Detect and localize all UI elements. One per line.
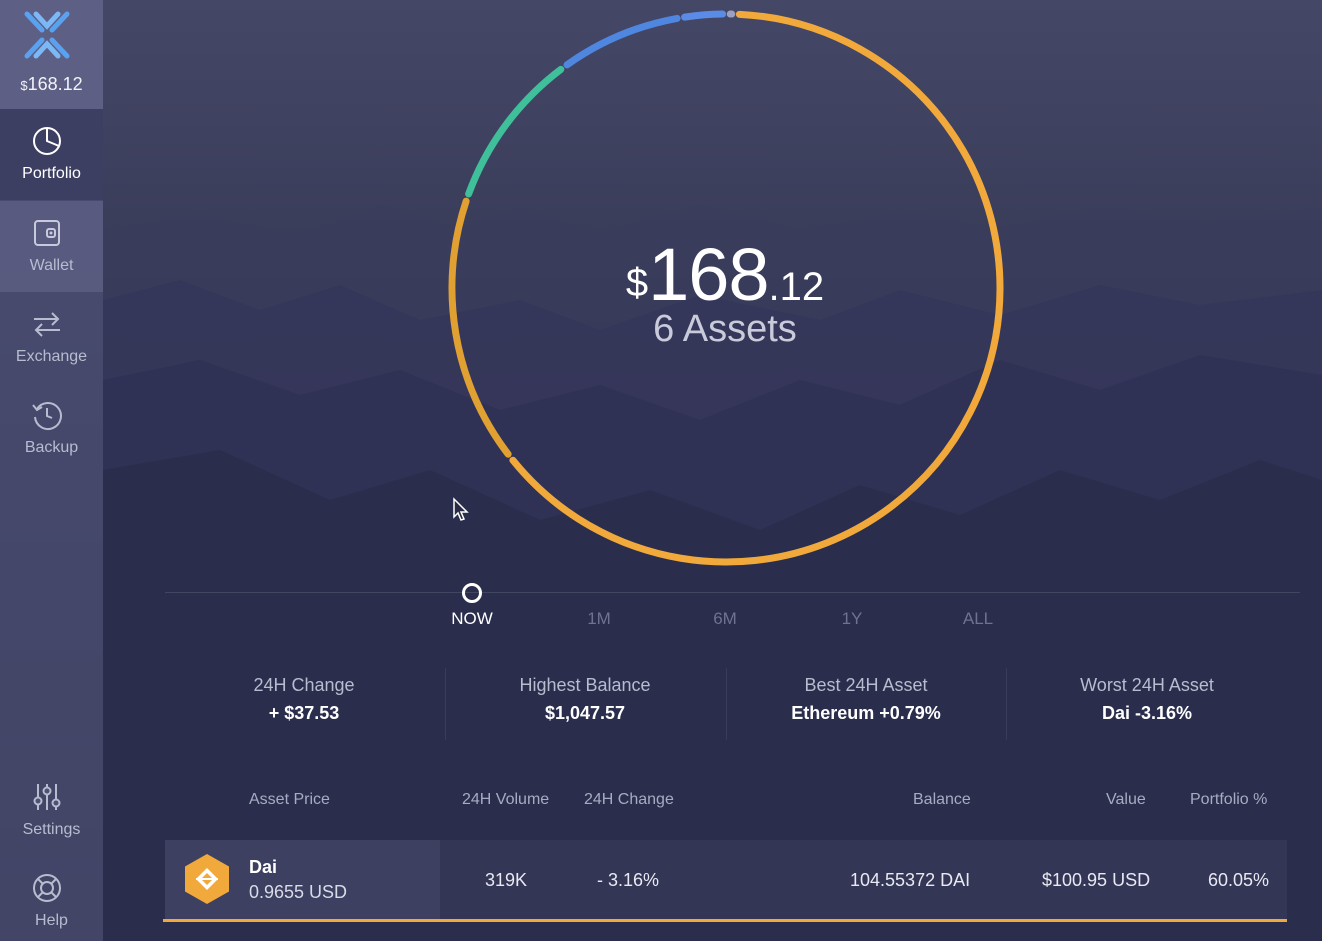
column-header-change[interactable]: 24H Change: [584, 791, 674, 809]
exchange-arrows-icon: [34, 312, 60, 337]
sidebar-item-settings[interactable]: Settings: [0, 765, 103, 856]
sidebar-item-help[interactable]: Help: [0, 856, 103, 941]
sidebar-item-label: Help: [35, 912, 68, 929]
sidebar-item-wallet[interactable]: Wallet: [0, 201, 103, 292]
lifebuoy-icon: [33, 874, 61, 902]
asset-count: 6 Assets: [653, 308, 797, 350]
mouse-cursor-icon: [453, 497, 469, 521]
stat-value: Dai -3.16%: [1101, 703, 1193, 723]
sidebar-item-label: Backup: [24, 439, 79, 456]
stat-label: Best 24H Asset: [804, 675, 928, 695]
timeline-option-all[interactable]: ALL: [938, 609, 1018, 629]
column-header-portfolio[interactable]: Portfolio %: [1190, 791, 1267, 809]
stat-best-asset: Best 24H Asset Ethereum +0.79%: [725, 675, 1007, 724]
brand-header: $168.12: [0, 0, 103, 109]
sidebar-balance: $168.12: [0, 74, 103, 95]
asset-name: Dai: [249, 857, 278, 877]
column-header-asset-price[interactable]: Asset Price: [249, 791, 330, 809]
sidebar-item-label: Exchange: [15, 348, 88, 365]
portfolio-total: $168.12: [600, 232, 850, 317]
stat-label: Worst 24H Asset: [1080, 675, 1214, 695]
sidebar: $168.12 Portfolio Wallet Exchange Backup: [0, 0, 103, 941]
sidebar-item-exchange[interactable]: Exchange: [0, 292, 103, 383]
stat-label: Highest Balance: [519, 675, 651, 695]
column-header-value[interactable]: Value: [1106, 791, 1146, 809]
donut-segment-2[interactable]: [448, 197, 512, 458]
stat-label: 24H Change: [253, 675, 355, 695]
portfolio-total-currency: $: [625, 261, 649, 305]
asset-price: 0.9655 USD: [249, 882, 348, 902]
sliders-icon: [33, 784, 61, 810]
pie-chart-icon: [33, 127, 61, 155]
sidebar-item-backup[interactable]: Backup: [0, 383, 103, 474]
backup-clock-icon: [32, 402, 62, 430]
timeline-track: [165, 592, 1300, 593]
sidebar-balance-value: 168.12: [27, 74, 83, 94]
stat-worst-asset: Worst 24H Asset Dai -3.16%: [1006, 675, 1288, 724]
sidebar-balance-currency: $: [20, 78, 28, 93]
dai-coin-icon: [185, 854, 229, 904]
timeline-option-6m[interactable]: 6M: [685, 609, 765, 629]
row-accent-underline: [163, 919, 1287, 922]
portfolio-total-dec: .12: [768, 265, 825, 309]
wallet-icon: [34, 220, 60, 246]
exodus-logo-icon: [24, 11, 70, 59]
donut-segment-4[interactable]: [563, 14, 681, 69]
stat-value: $1,047.57: [544, 703, 626, 723]
sidebar-item-label: Wallet: [29, 257, 74, 274]
timeline-option-now[interactable]: NOW: [432, 609, 512, 629]
sidebar-item-portfolio[interactable]: Portfolio: [0, 109, 103, 200]
stat-value: + $37.53: [268, 703, 340, 723]
stat-highest-balance: Highest Balance $1,047.57: [444, 675, 726, 724]
timeline-option-1m[interactable]: 1M: [559, 609, 639, 629]
column-header-balance[interactable]: Balance: [913, 791, 971, 809]
asset-change: - 3.16%: [597, 870, 660, 890]
asset-value: $100.95 USD: [1042, 870, 1151, 890]
stat-value: Ethereum +0.79%: [791, 703, 941, 723]
asset-balance: 104.55372 DAI: [850, 870, 971, 890]
sidebar-item-label: Portfolio: [22, 165, 81, 182]
asset-volume: 319K: [485, 870, 528, 890]
donut-segment-5[interactable]: [681, 10, 727, 21]
asset-portfolio-percent: 60.05%: [1208, 870, 1270, 890]
stat-24h-change: 24H Change + $37.53: [163, 675, 445, 724]
portfolio-total-int: 168: [648, 233, 769, 316]
donut-segment-3[interactable]: [465, 65, 565, 198]
timeline-option-1y[interactable]: 1Y: [812, 609, 892, 629]
timeline-marker[interactable]: [462, 583, 482, 603]
sidebar-item-label: Settings: [22, 821, 81, 838]
column-header-volume[interactable]: 24H Volume: [462, 791, 549, 809]
